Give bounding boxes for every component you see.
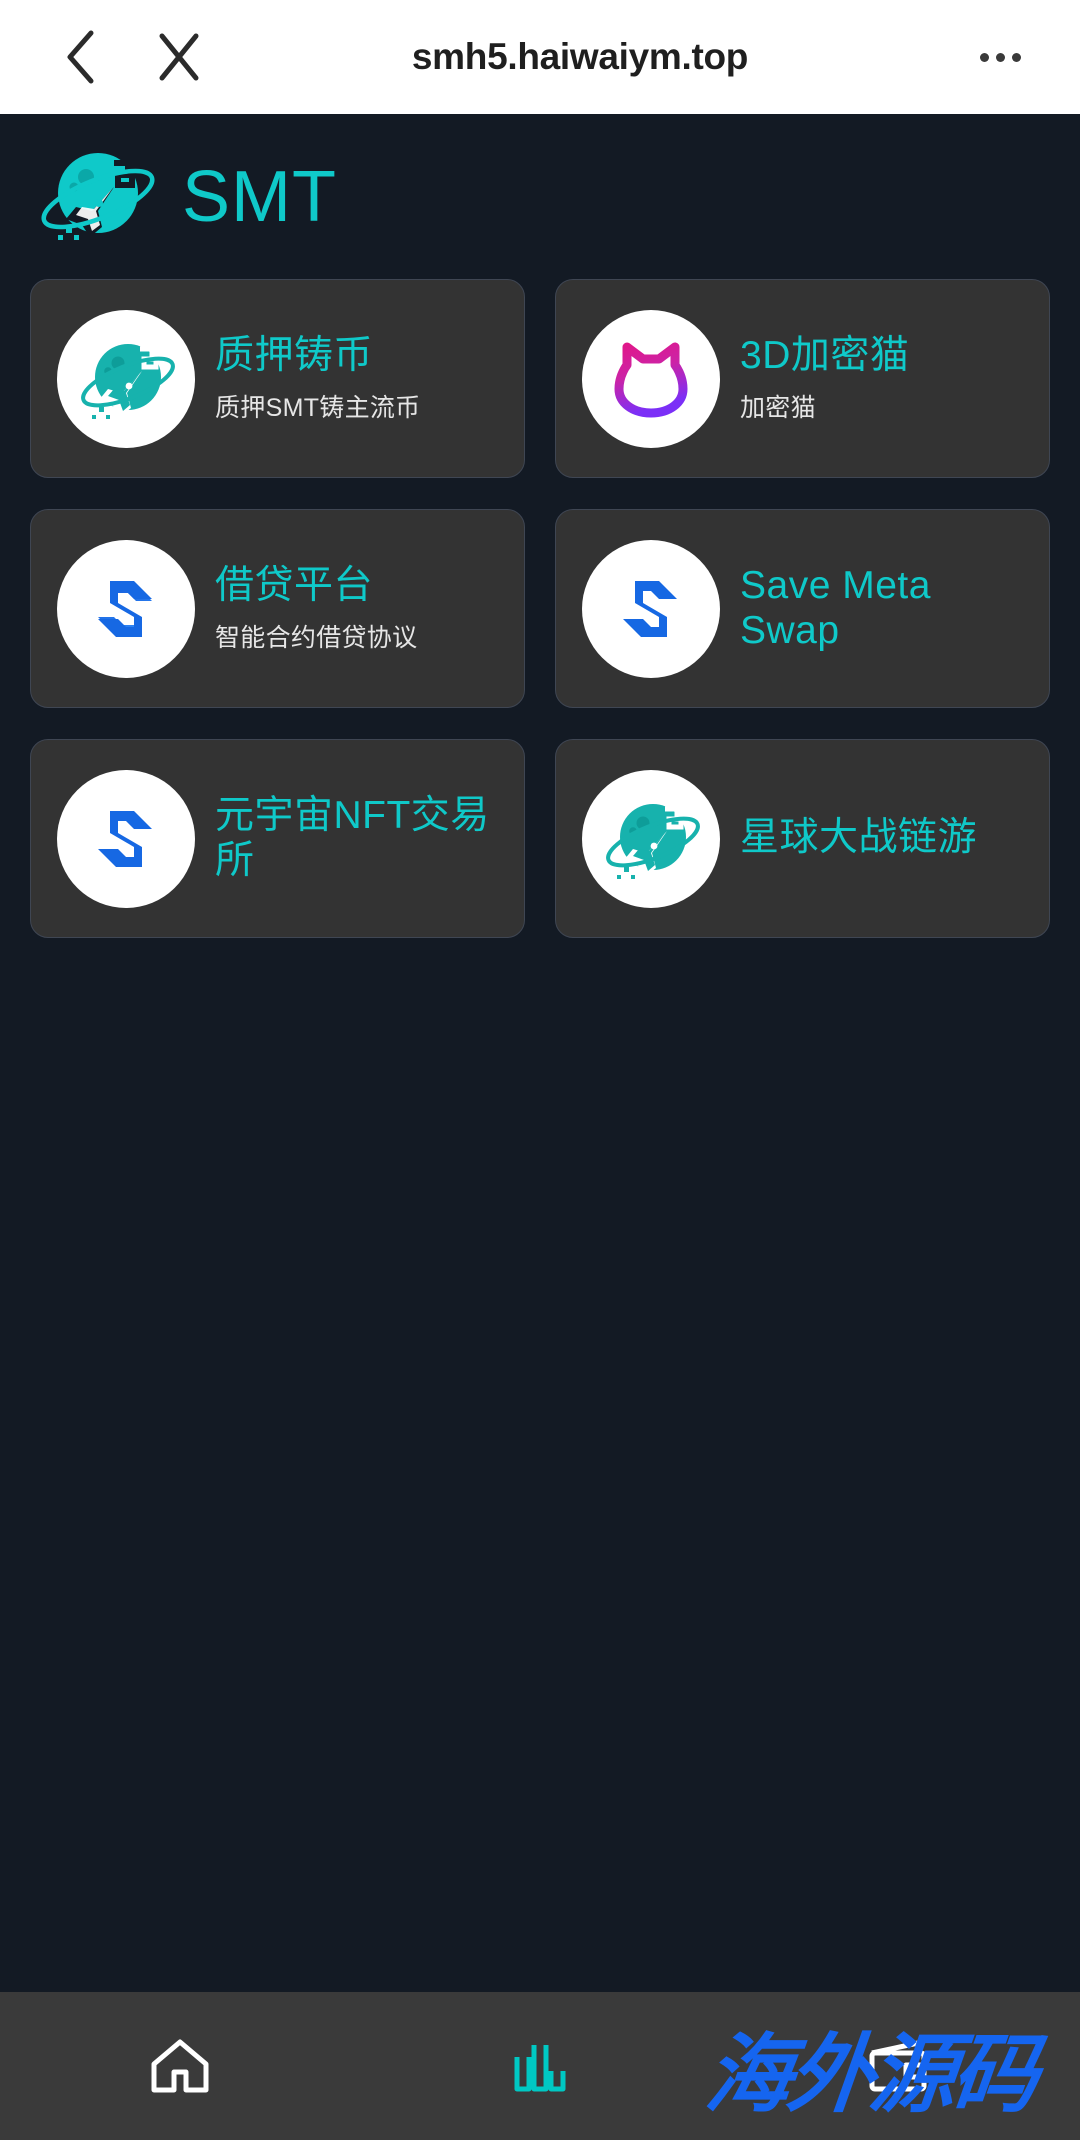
card-title: 质押铸币 <box>215 334 374 378</box>
card-title: 3D加密猫 <box>740 334 910 378</box>
card-text: 3D加密猫 加密猫 <box>740 334 1031 422</box>
app-root: smh5.haiwaiym.top SMT 质押铸币 质押SMT铸主流币 3D加… <box>0 0 1080 2140</box>
card-subtitle: 智能合约借贷协议 <box>215 624 418 653</box>
bottom-navigation <box>0 1992 1080 2140</box>
page-content: SMT 质押铸币 质押SMT铸主流币 3D加密猫 加密猫 借贷平台 智能合约借贷… <box>0 114 1080 2140</box>
bar-chart-icon <box>511 2037 569 2095</box>
brand-header: SMT <box>30 114 1050 279</box>
browser-toolbar: smh5.haiwaiym.top <box>0 0 1080 114</box>
app-card-metaverse-nft-exchange[interactable]: 元宇宙NFT交易所 <box>30 739 525 938</box>
s-hexagon-icon <box>582 539 720 678</box>
s-hexagon-icon <box>57 769 195 908</box>
app-card-save-meta-swap[interactable]: Save Meta Swap <box>555 509 1050 708</box>
card-text: 元宇宙NFT交易所 <box>215 794 506 884</box>
wallet-icon <box>866 2037 934 2095</box>
card-subtitle: 质押SMT铸主流币 <box>215 394 421 423</box>
card-title: Save Meta Swap <box>740 563 931 652</box>
card-title: 星球大战链游 <box>740 816 978 860</box>
card-text: 星球大战链游 <box>740 816 1031 861</box>
card-title: 元宇宙NFT交易所 <box>215 793 490 882</box>
card-subtitle: 加密猫 <box>740 394 816 423</box>
close-button[interactable] <box>148 26 210 88</box>
s-hexagon-icon <box>57 539 195 678</box>
nav-item-wallet[interactable] <box>720 1992 1080 2140</box>
back-button[interactable] <box>50 26 112 88</box>
more-menu-button[interactable] <box>970 26 1040 88</box>
card-text: 质押铸币 质押SMT铸主流币 <box>215 334 506 422</box>
chevron-left-icon <box>63 29 99 85</box>
app-card-star-wars-chain-game[interactable]: 星球大战链游 <box>555 739 1050 938</box>
close-icon <box>154 31 204 83</box>
more-horizontal-icon <box>979 52 1021 62</box>
card-text: Save Meta Swap <box>740 564 1031 654</box>
app-card-3d-crypto-cat[interactable]: 3D加密猫 加密猫 <box>555 279 1050 478</box>
card-title: 借贷平台 <box>215 564 374 608</box>
home-icon <box>148 2036 212 2096</box>
app-card-lending-platform[interactable]: 借贷平台 智能合约借贷协议 <box>30 509 525 708</box>
planet-rocket-icon <box>36 141 160 253</box>
menu-dot <box>979 52 989 62</box>
crypto-cat-icon <box>582 309 720 448</box>
url-title: smh5.haiwaiym.top <box>411 36 749 77</box>
brand-name: SMT <box>182 156 337 237</box>
planet-rocket-icon <box>57 309 195 448</box>
planet-rocket-icon <box>582 769 720 908</box>
menu-dot <box>995 52 1005 62</box>
app-card-stake-mint[interactable]: 质押铸币 质押SMT铸主流币 <box>30 279 525 478</box>
app-grid: 质押铸币 质押SMT铸主流币 3D加密猫 加密猫 借贷平台 智能合约借贷协议 S… <box>30 279 1050 938</box>
nav-item-market[interactable] <box>360 1992 720 2140</box>
menu-dot <box>1011 52 1021 62</box>
card-text: 借贷平台 智能合约借贷协议 <box>215 564 506 652</box>
nav-item-home[interactable] <box>0 1992 360 2140</box>
